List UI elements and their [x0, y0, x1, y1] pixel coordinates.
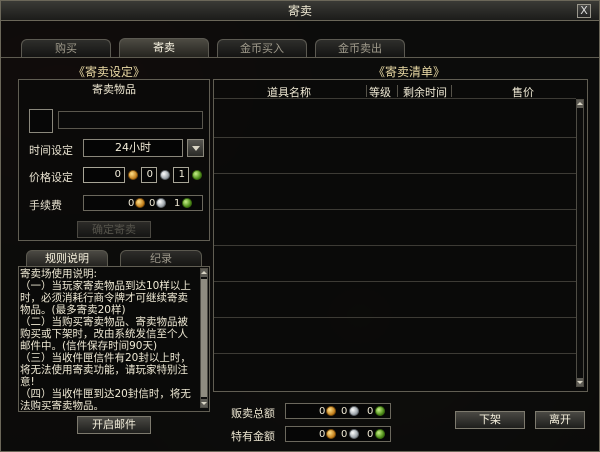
listing-panel	[213, 79, 588, 392]
list-row-divider	[214, 353, 576, 354]
rules-scrollbar[interactable]	[200, 268, 208, 408]
silver-coin-icon	[349, 429, 359, 439]
tab-gold-buy[interactable]: 金币买入	[217, 39, 307, 57]
consignment-window: 寄卖 X 购买 寄卖 金币买入 金币卖出 《寄卖设定》 寄卖物品 时间设定 24…	[0, 0, 600, 452]
scroll-up-icon[interactable]	[201, 269, 207, 277]
leave-button[interactable]: 离开	[535, 411, 585, 429]
rules-text: 寄卖场使用说明: （一）当玩家寄卖物品到达10样以上时，必须消耗行商令牌才可继续…	[20, 268, 198, 410]
rules-line: （三）当收件匣信件有20封以上时，将无法使用寄卖功能，请玩家特别注意!	[20, 352, 191, 388]
bronze-coin-icon	[192, 170, 202, 180]
fee-bronze: 1	[174, 198, 181, 209]
price-silver-input[interactable]: 0	[141, 167, 157, 183]
scroll-down-icon[interactable]	[577, 378, 583, 386]
close-icon[interactable]: X	[577, 4, 591, 18]
rules-line: 寄卖场使用说明:	[20, 268, 98, 280]
rules-line: （二）当购买寄卖物品、寄卖物品被购买或下架时，改由系统发信至个人邮件中。(信件保…	[20, 316, 188, 352]
scroll-down-icon[interactable]	[201, 399, 207, 407]
silver-coin-icon	[160, 170, 170, 180]
right-section-title: 《寄卖清单》	[373, 65, 446, 79]
list-row-divider	[214, 209, 576, 210]
col-divider	[451, 85, 452, 97]
gold-coin-icon	[135, 198, 145, 208]
fee-silver: 0	[149, 198, 156, 209]
window-titlebar[interactable]: 寄卖	[1, 1, 599, 21]
item-slot[interactable]	[29, 109, 53, 133]
tab-records[interactable]: 纪录	[120, 250, 202, 267]
owned-bronze: 0	[367, 429, 374, 440]
total-label: 贩卖总额	[231, 407, 275, 420]
consign-item-header: 寄卖物品	[92, 83, 136, 96]
price-bronze-input[interactable]: 1	[173, 167, 189, 183]
list-row-divider	[214, 173, 576, 174]
silver-coin-icon	[349, 406, 359, 416]
confirm-consign-button[interactable]: 确定寄卖	[77, 221, 151, 238]
owned-silver: 0	[341, 429, 348, 440]
price-label: 价格设定	[29, 171, 73, 184]
gold-coin-icon	[326, 429, 336, 439]
left-section-title: 《寄卖设定》	[73, 65, 146, 79]
tab-buy[interactable]: 购买	[21, 39, 111, 57]
tab-rules[interactable]: 规则说明	[26, 250, 108, 267]
bronze-coin-icon	[182, 198, 192, 208]
tab-gold-sell[interactable]: 金币卖出	[315, 39, 405, 57]
open-mail-button[interactable]: 开启邮件	[77, 416, 151, 434]
total-bronze: 0	[367, 406, 374, 417]
remove-listing-button[interactable]: 下架	[455, 411, 525, 429]
gold-coin-icon	[128, 170, 138, 180]
owned-gold: 0	[319, 429, 326, 440]
tab-consign[interactable]: 寄卖	[119, 38, 209, 57]
col-divider	[397, 85, 398, 97]
list-row-divider	[214, 245, 576, 246]
fee-gold: 0	[128, 198, 135, 209]
scroll-up-icon[interactable]	[577, 100, 583, 108]
price-gold-input[interactable]: 0	[83, 167, 125, 183]
tab-underline	[1, 57, 599, 58]
owned-label: 特有金额	[231, 430, 275, 443]
list-row-divider	[214, 281, 576, 282]
fee-label: 手续费	[29, 199, 62, 212]
window-title: 寄卖	[287, 4, 312, 18]
rules-line: （一）当玩家寄卖物品到达10样以上时，必须消耗行商令牌才可继续寄卖物品。(最多寄…	[20, 280, 191, 316]
rules-line: （四）当收件匣到达20封信时，将无法购买寄卖物品。	[20, 388, 191, 410]
item-name-field	[58, 111, 203, 129]
bronze-coin-icon	[375, 429, 385, 439]
list-row-divider	[214, 317, 576, 318]
time-label: 时间设定	[29, 144, 73, 157]
consign-settings-panel	[18, 79, 210, 241]
silver-coin-icon	[156, 198, 166, 208]
total-gold: 0	[319, 406, 326, 417]
bronze-coin-icon	[375, 406, 385, 416]
dropdown-arrow-icon[interactable]	[187, 139, 204, 157]
listing-scrollbar[interactable]	[576, 99, 584, 387]
time-select[interactable]: 24小时	[83, 139, 183, 157]
col-divider	[366, 85, 367, 97]
gold-coin-icon	[326, 406, 336, 416]
rules-scroll-thumb[interactable]	[201, 279, 207, 397]
list-row-divider	[214, 137, 576, 138]
header-divider	[214, 98, 576, 99]
total-silver: 0	[341, 406, 348, 417]
